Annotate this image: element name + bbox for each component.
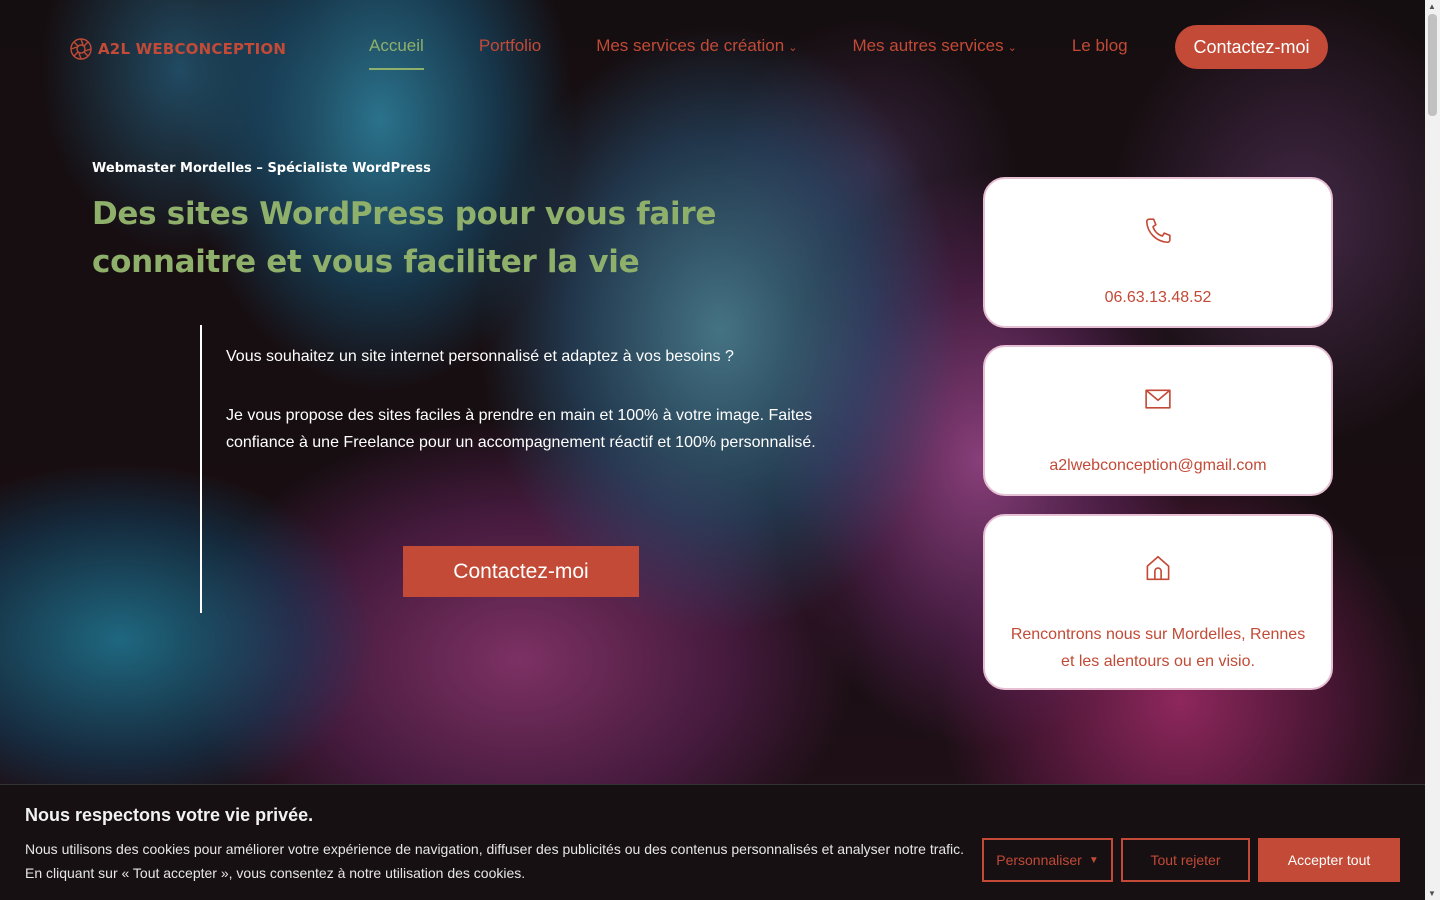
chevron-down-icon: ⌄ (788, 42, 798, 54)
main-nav: Accueil Portfolio Mes services de créati… (369, 36, 1183, 70)
logo-icon (70, 38, 92, 60)
email-address[interactable]: a2lwebconception@gmail.com (1031, 452, 1284, 479)
cookie-title: Nous respectons votre vie privée. (25, 805, 314, 825)
home-icon (1146, 555, 1170, 581)
header-contact-button[interactable]: Contactez-moi (1175, 25, 1328, 69)
logo-text: A2L WEBCONCEPTION (98, 40, 287, 58)
phone-card[interactable]: 06.63.13.48.52 (983, 177, 1333, 328)
chevron-down-icon: ⌄ (1007, 42, 1017, 54)
nav-item-accueil[interactable]: Accueil (369, 36, 424, 70)
nav-item-services-creation[interactable]: Mes services de création ⌄ (596, 36, 797, 56)
site-header: A2L WEBCONCEPTION Accueil Portfolio Mes … (0, 0, 1425, 95)
site-logo[interactable]: A2L WEBCONCEPTION (69, 37, 286, 61)
caret-down-icon: ▼ (1088, 854, 1099, 866)
cookie-text: Nous utilisons des cookies pour améliore… (25, 841, 965, 881)
nav-item-portfolio[interactable]: Portfolio (479, 36, 541, 56)
hero-title: Des sites WordPress pour vous faire conn… (92, 196, 717, 280)
scroll-up-icon[interactable]: ▲ (1428, 2, 1436, 11)
scrollbar-thumb[interactable] (1428, 14, 1437, 116)
email-card[interactable]: a2lwebconception@gmail.com (983, 345, 1333, 496)
nav-item-autres-services[interactable]: Mes autres services ⌄ (852, 36, 1016, 56)
scroll-down-icon[interactable]: ▼ (1428, 889, 1436, 898)
hero-eyebrow: Webmaster Mordelles – Spécialiste WordPr… (92, 161, 431, 176)
hero-paragraph-1: Vous souhaitez un site internet personna… (226, 348, 734, 365)
hero-contact-button[interactable]: Contactez-moi (403, 546, 639, 597)
location-text: Rencontrons nous sur Mordelles, Rennes e… (1010, 626, 1306, 670)
nav-item-blog[interactable]: Le blog (1072, 36, 1128, 56)
location-card: Rencontrons nous sur Mordelles, Rennes e… (983, 514, 1333, 690)
cookie-accept-button[interactable]: Accepter tout (1258, 838, 1400, 882)
cookie-banner: Nous respectons votre vie privée. Nous u… (0, 784, 1425, 900)
cookie-customize-button[interactable]: Personnaliser ▼ (982, 838, 1113, 882)
phone-icon (1145, 218, 1171, 244)
cookie-reject-button[interactable]: Tout rejeter (1121, 838, 1250, 882)
hero-paragraph-2: Je vous propose des sites faciles à pren… (226, 407, 816, 451)
page-scrollbar[interactable]: ▲ ▼ (1425, 0, 1440, 900)
mail-icon (1145, 389, 1171, 409)
phone-number[interactable]: 06.63.13.48.52 (1087, 284, 1230, 311)
